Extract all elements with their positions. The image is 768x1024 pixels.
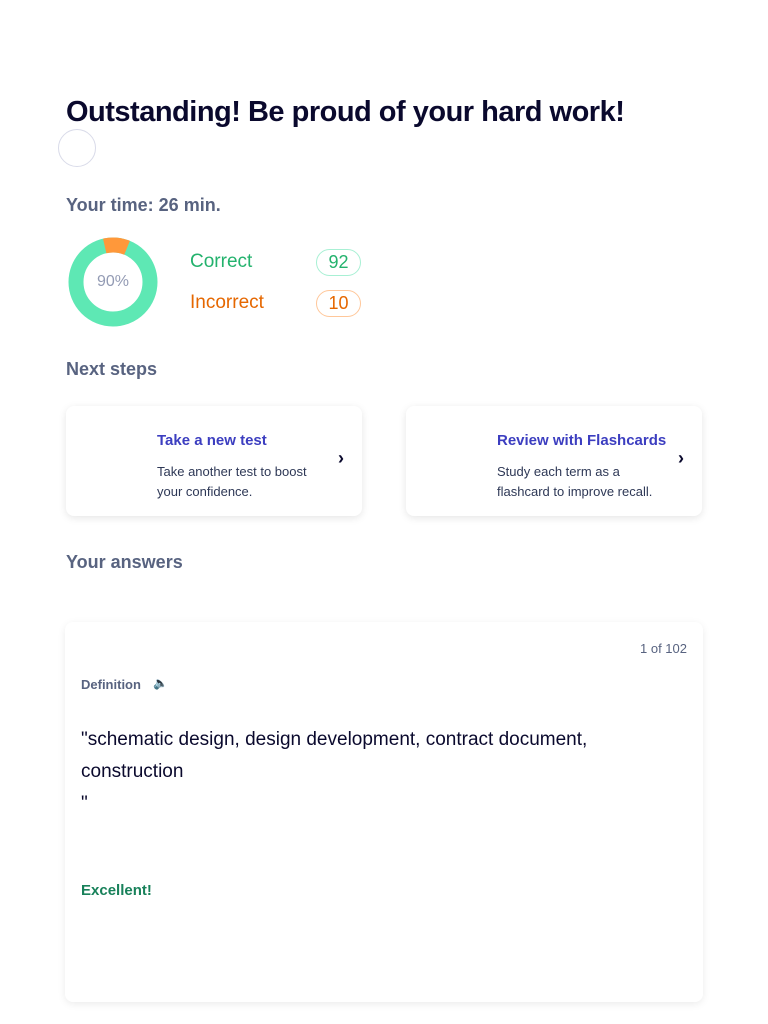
term-label: Definition bbox=[81, 677, 141, 692]
correct-label: Correct bbox=[190, 251, 253, 272]
review-flashcards-card[interactable]: Review with Flashcards Study each term a… bbox=[406, 406, 702, 516]
card-title: Review with Flashcards bbox=[497, 432, 667, 449]
your-answers-heading: Your answers bbox=[66, 552, 183, 572]
chevron-right-icon: › bbox=[678, 448, 684, 468]
answer-card: 1 of 102 Definition 🔈 "schematic design,… bbox=[65, 622, 703, 1002]
card-title: Take a new test bbox=[157, 432, 267, 449]
feedback-text: Excellent! bbox=[81, 882, 152, 899]
speaker-icon[interactable]: 🔈 bbox=[153, 676, 168, 690]
loading-circle bbox=[58, 129, 96, 167]
question-text: "schematic design, design development, c… bbox=[81, 729, 588, 814]
take-new-test-card[interactable]: Take a new test Take another test to boo… bbox=[66, 406, 362, 516]
incorrect-label: Incorrect bbox=[190, 292, 264, 313]
question-counter: 1 of 102 bbox=[640, 641, 687, 656]
chevron-right-icon: › bbox=[338, 448, 344, 468]
score-percent: 90% bbox=[96, 273, 130, 290]
page-title: Outstanding! Be proud of your hard work! bbox=[66, 96, 625, 128]
card-description: Study each term as a flashcard to improv… bbox=[497, 464, 653, 499]
incorrect-count-badge: 10 bbox=[316, 290, 361, 317]
time-taken: Your time: 26 min. bbox=[66, 195, 221, 215]
next-steps-heading: Next steps bbox=[66, 359, 158, 379]
card-description: Take another test to boost your confiden… bbox=[157, 464, 307, 499]
correct-count-badge: 92 bbox=[316, 249, 361, 276]
